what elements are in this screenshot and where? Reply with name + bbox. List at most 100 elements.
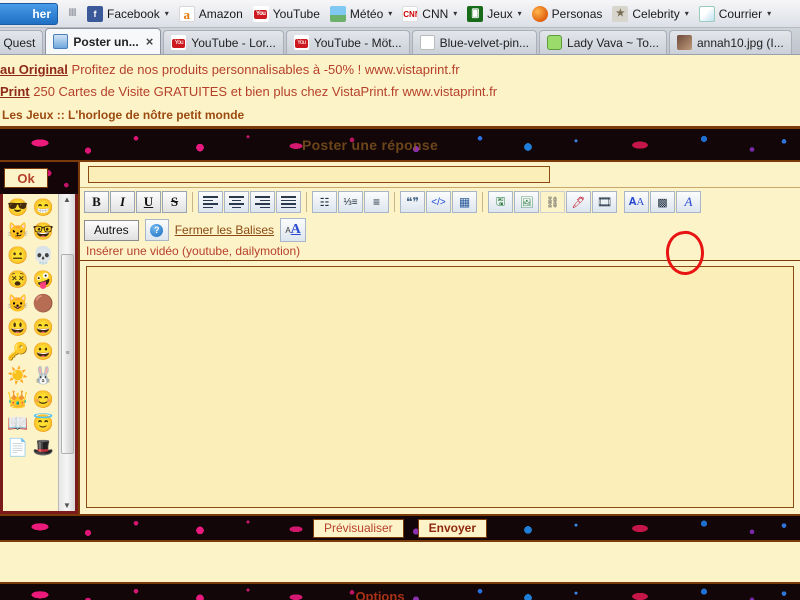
chat-icon [547,35,563,50]
options-title: Options [355,588,405,600]
bold-button[interactable]: B [84,191,109,213]
insert-video-button[interactable]: 🎞 [592,191,617,213]
tab-youtube-1[interactable]: You YouTube - Lor... [163,30,284,54]
insert-link-button[interactable]: ⛓ [540,191,565,213]
font-style-button[interactable]: A [676,191,701,213]
smiley-item[interactable]: 🟤 [32,293,54,315]
smiley-grid: 😎 😁 😼 🤓 😐 💀 😵 🤪 😺 🟤 😃 😄 🔑 😀 ☀️ 🐰 👑 😊 📖 😇… [3,194,58,511]
smiley-item[interactable]: 👑 [7,389,29,411]
align-left-button[interactable] [198,191,223,213]
bookmark-cnn[interactable]: CNN CNN ▾ [397,3,462,25]
subject-input[interactable] [88,165,550,183]
bookmark-meteo[interactable]: Météo ▾ [325,3,397,25]
color-button[interactable]: ▩ [650,191,675,213]
quote-button[interactable]: ❝❞ [400,191,425,213]
smiley-item[interactable]: 😐 [7,245,29,267]
scrollbar-thumb[interactable]: ≡ [60,253,74,454]
preview-button[interactable]: Prévisualiser [312,518,404,538]
smiley-item[interactable]: 😇 [32,413,54,435]
insert-image-button[interactable]: 🖼 [514,191,539,213]
smiley-item[interactable]: 🤓 [32,221,54,243]
bookmark-youtube[interactable]: You YouTube [248,3,325,25]
page-body: au Original Profitez de nos produits per… [0,55,800,600]
bookmark-jeux[interactable]: 🂠 Jeux ▾ [462,3,526,25]
ad-1-url[interactable]: www.vistaprint.fr [365,62,460,77]
smiley-item[interactable]: 🔑 [7,341,29,363]
help-button[interactable]: ? [144,219,169,241]
close-icon[interactable]: × [146,34,154,49]
ok-button[interactable]: Ok [4,168,48,188]
smiley-item[interactable]: 📖 [7,413,29,435]
bookmark-celebrity[interactable]: ★ Celebrity ▾ [607,3,693,25]
amazon-icon: a [178,5,195,22]
smiley-item[interactable]: 😵 [7,269,29,291]
flash-button[interactable]: 🖊 [566,191,591,213]
smiley-item[interactable]: 😀 [32,341,54,363]
bookmark-courrier[interactable]: Courrier ▾ [694,3,776,25]
smiley-item[interactable]: 😎 [7,197,29,219]
tab-quest[interactable]: ev - Quest [0,30,44,54]
strikethrough-button[interactable]: S [162,191,187,213]
align-right-button[interactable] [250,191,275,213]
scroll-up-icon[interactable]: ▲ [63,195,71,204]
bullet-list-button[interactable]: ☷ [312,191,337,213]
tab-youtube-2[interactable]: You YouTube - Möt... [285,30,410,54]
indent-button[interactable]: ≡ [364,191,389,213]
bookmark-search-stub[interactable]: her [0,2,58,25]
scroll-down-icon[interactable]: ▼ [63,501,71,510]
smiley-item[interactable]: 😼 [7,221,29,243]
code-button[interactable]: </> [426,191,451,213]
smiley-item[interactable]: 🎩 [32,437,54,459]
smiley-item[interactable]: ☀️ [7,365,29,387]
ad-line-2[interactable]: Print 250 Cartes de Visite GRATUITES et … [0,81,800,103]
smiley-item[interactable]: 💀 [32,245,54,267]
align-justify-button[interactable] [276,191,301,213]
smiley-item[interactable]: 📄 [7,437,29,459]
autres-button[interactable]: Autres [84,219,139,241]
smiley-item[interactable]: 😊 [32,389,54,411]
tab-poster-une-reponse[interactable]: Poster un... × [45,28,162,54]
status-hint: Insérer une vidéo (youtube, dailymotion) [80,243,800,261]
numbered-list-button[interactable]: ⅓≡ [338,191,363,213]
bookmark-personas[interactable]: Personas [527,3,608,25]
ad-line-1[interactable]: au Original Profitez de nos produits per… [0,59,800,81]
font-button[interactable]: 𝐀A [624,191,649,213]
italic-button[interactable]: I [110,191,135,213]
send-button[interactable]: Envoyer [417,518,488,538]
tab-lady-vava[interactable]: Lady Vava ~ To... [539,30,667,54]
upload-image-button[interactable]: 🖫 [488,191,513,213]
smiley-scrollbar[interactable]: ▲ ≡ ▼ [58,194,75,511]
bookmark-facebook[interactable]: f Facebook ▾ [82,3,174,25]
smiley-item[interactable]: 😄 [32,317,54,339]
table-button[interactable]: ▦ [452,191,477,213]
bookmark-amazon[interactable]: a Amazon [174,3,248,25]
tab-youtube-1-label: YouTube - Lor... [191,35,276,50]
bookmark-celebrity-label: Celebrity [632,6,680,21]
smiley-item[interactable]: 😃 [7,317,29,339]
ad-2-strong[interactable]: Print [0,84,30,99]
ad-1-strong[interactable]: au Original [0,62,68,77]
breadcrumb[interactable]: Les Jeux :: L'horloge de nôtre petit mon… [0,105,800,128]
smiley-item[interactable]: 🐰 [32,365,54,387]
facebook-icon: f [87,5,103,22]
align-justify-icon [281,196,296,208]
star-icon: ★ [612,5,629,22]
tab-blue-velvet[interactable]: Blue-velvet-pin... [411,30,538,54]
underline-button[interactable]: U [136,191,161,213]
smiley-item[interactable]: 😁 [32,197,54,219]
question-mark-icon: ? [150,223,164,237]
weather-icon [329,5,346,22]
message-textarea[interactable] [86,266,794,508]
page-title: Poster une réponse [301,136,439,153]
bookmark-personas-label: Personas [551,6,603,21]
toolbar-grip-icon[interactable]: ⦀⦀ [65,5,79,23]
font-size-button[interactable]: AA [280,218,307,242]
ad-2-url[interactable]: www.vistaprint.fr [402,84,497,99]
align-center-button[interactable] [224,191,249,213]
close-tags-link[interactable]: Fermer les Balises [175,223,274,237]
chevron-down-icon: ▾ [684,9,689,18]
smiley-item[interactable]: 😺 [7,293,29,315]
smiley-item[interactable]: 🤪 [32,269,54,291]
tab-annah-jpg[interactable]: annah10.jpg (I... [668,30,792,54]
smiley-sidebar: Ok 😎 😁 😼 🤓 😐 💀 😵 🤪 😺 🟤 😃 😄 🔑 😀 ☀️ 🐰 👑 😊 … [0,162,78,514]
